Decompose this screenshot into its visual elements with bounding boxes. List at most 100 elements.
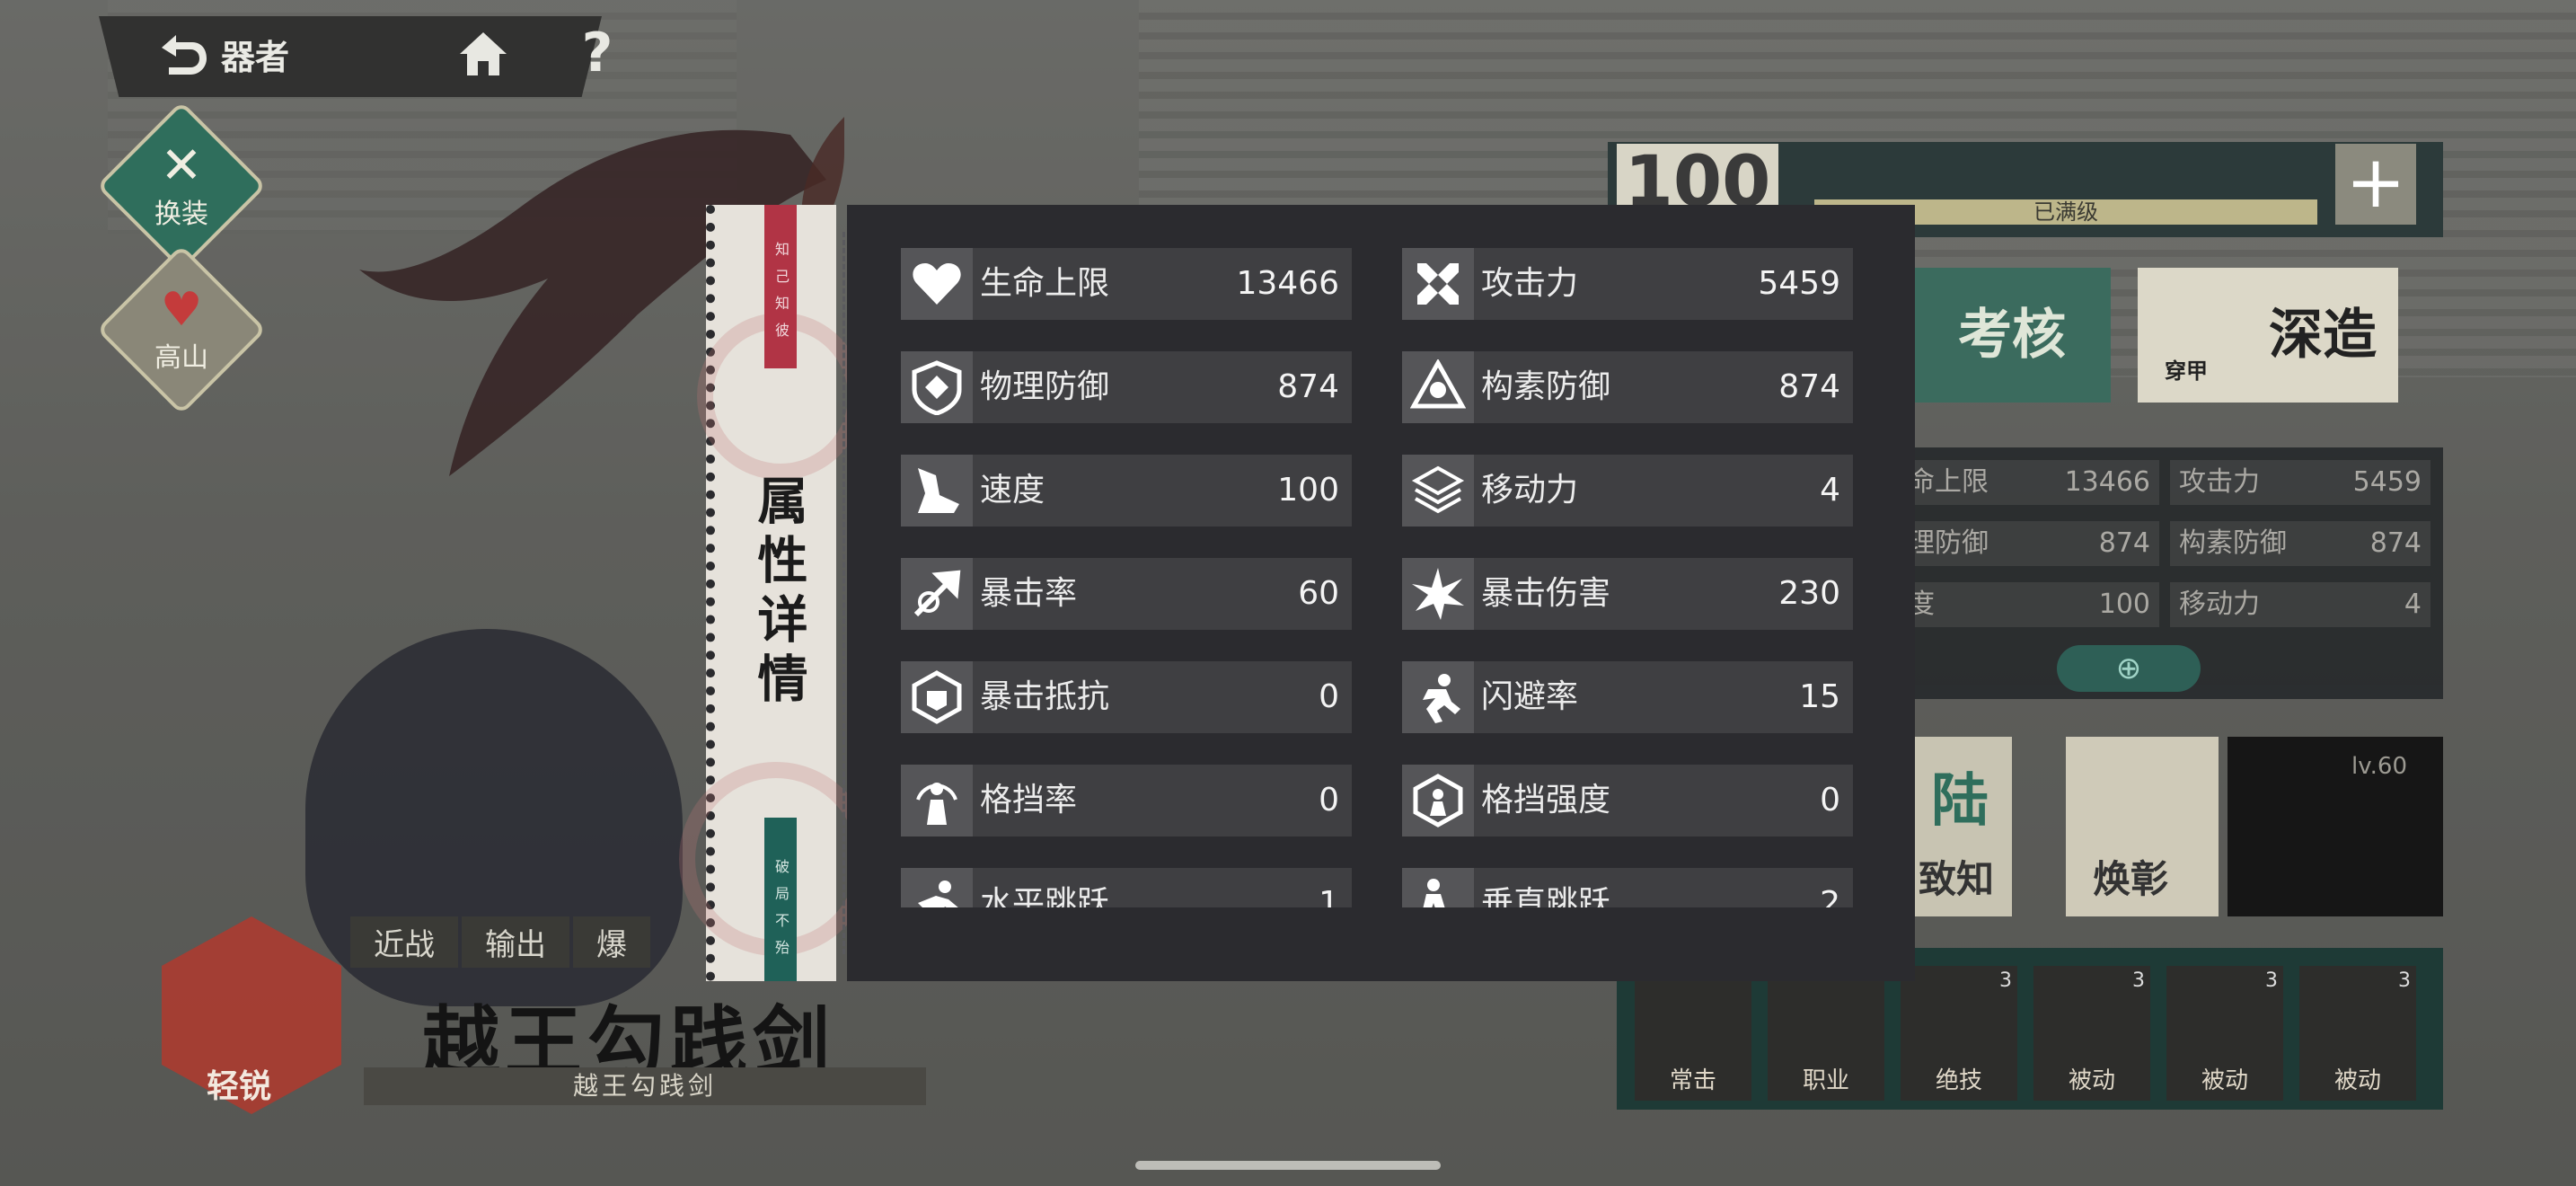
zhizhi-glyph: 陆 xyxy=(1931,768,1989,835)
crit-burst-icon xyxy=(1402,558,1474,630)
help-button[interactable]: ? xyxy=(575,22,620,84)
stat-row: 生命上限 13466 xyxy=(901,248,1352,320)
outfit-button-label: 换装 xyxy=(154,199,208,230)
crit-resist-icon xyxy=(901,661,973,733)
move-cube-icon xyxy=(1402,455,1474,527)
stat-value: 0 xyxy=(1319,678,1339,715)
heartbeat-icon: ♥ xyxy=(160,283,203,337)
heart-icon xyxy=(901,248,973,320)
stat-label: 暴击率 xyxy=(980,575,1078,612)
stat-value: 874 xyxy=(1277,368,1339,405)
skill-name: 被动 xyxy=(2201,1067,2248,1094)
skill-name: 常击 xyxy=(1669,1067,1716,1094)
mini-stat-value: 5459 xyxy=(2352,466,2422,498)
skill-slot[interactable]: 3 被动 xyxy=(2299,966,2416,1101)
zoom-button[interactable]: ⊕ xyxy=(2057,645,2201,692)
mini-stat: 移动力 4 xyxy=(2170,582,2430,627)
skill-slot[interactable]: 3 被动 xyxy=(2033,966,2150,1101)
stat-value: 13466 xyxy=(1236,265,1339,302)
stat-row: 暴击率 60 xyxy=(901,558,1352,630)
mini-stat: 命上限 13466 xyxy=(1899,460,2159,505)
stat-list[interactable]: 生命上限 13466 攻击力 5459 物理防御 874 构素防御 874 速度 xyxy=(901,248,1871,907)
skill-count: 3 xyxy=(2132,969,2145,992)
stat-row: 水平跳跃 1 xyxy=(901,868,1352,907)
mini-stat: 攻击力 5459 xyxy=(2170,460,2430,505)
mini-stat: 构素防御 874 xyxy=(2170,521,2430,566)
mini-stat-value: 100 xyxy=(2098,589,2150,620)
deep-forge-button[interactable]: 穿甲 深造 xyxy=(2138,268,2398,403)
top-motto: 知己知彼 xyxy=(764,205,797,368)
exam-button[interactable]: 考核 xyxy=(1913,268,2111,403)
huanzhang-card[interactable]: 焕彰 xyxy=(2066,737,2219,916)
perforation-divider xyxy=(842,232,845,954)
skill-count: 3 xyxy=(2265,969,2278,992)
stat-value: 5459 xyxy=(1758,265,1840,302)
skill-name: 被动 xyxy=(2333,1067,2381,1094)
skill-count: 3 xyxy=(1999,969,2012,992)
modal-title: 属性详情 xyxy=(749,474,808,712)
stat-label: 生命上限 xyxy=(980,265,1110,302)
zhizhi-card[interactable]: 陆 致知 xyxy=(1913,737,2012,916)
mini-stat: 理防御 874 xyxy=(1899,521,2159,566)
tag-melee: 近战 xyxy=(350,916,458,968)
stat-row: 构素防御 874 xyxy=(1402,351,1853,423)
equipped-weapon-card[interactable]: lv.60 xyxy=(2228,737,2443,916)
back-button[interactable]: 器者 xyxy=(153,27,289,81)
stat-value: 2 xyxy=(1820,885,1840,907)
stat-row: 移动力 4 xyxy=(1402,455,1853,527)
element-shield-icon xyxy=(1402,351,1474,423)
weapon-type-label: 轻锐 xyxy=(207,1067,272,1105)
skill-slot[interactable]: 3 被动 xyxy=(2166,966,2283,1101)
tag-burst: 爆 xyxy=(573,916,650,968)
stat-row: 闪避率 15 xyxy=(1402,661,1853,733)
stat-label: 格挡强度 xyxy=(1481,782,1611,819)
stat-value: 230 xyxy=(1778,575,1840,612)
mountain-button-label: 高山 xyxy=(154,342,208,374)
skill-slot[interactable]: 职业 xyxy=(1768,966,1884,1101)
skill-name: 绝技 xyxy=(1935,1067,1982,1094)
home-icon[interactable] xyxy=(456,27,510,81)
skill-count: 3 xyxy=(2398,969,2411,992)
stat-label: 攻击力 xyxy=(1481,265,1579,302)
mini-stat: 度 100 xyxy=(1899,582,2159,627)
stat-label: 暴击抵抗 xyxy=(980,678,1110,715)
mini-stat-label: 构素防御 xyxy=(2179,527,2287,559)
shield-icon xyxy=(901,351,973,423)
stat-value: 4 xyxy=(1820,472,1840,509)
stat-value: 60 xyxy=(1298,575,1339,612)
stat-label: 暴击伤害 xyxy=(1481,575,1611,612)
bottom-motto: 破局不殆 xyxy=(764,818,797,981)
stat-value: 15 xyxy=(1799,678,1840,715)
stat-value: 100 xyxy=(1277,472,1339,509)
horizontal-jump-icon xyxy=(901,868,973,907)
stat-label: 速度 xyxy=(980,472,1045,509)
stat-value: 1 xyxy=(1319,885,1339,907)
crossed-swords-icon xyxy=(1402,248,1474,320)
skill-slot[interactable]: 常击 xyxy=(1635,966,1751,1101)
home-indicator[interactable] xyxy=(1135,1161,1441,1170)
mini-stat-value: 4 xyxy=(2404,589,2422,620)
block-icon xyxy=(901,765,973,836)
boot-icon xyxy=(901,455,973,527)
stat-value: 0 xyxy=(1820,782,1840,819)
vertical-jump-icon xyxy=(1402,868,1474,907)
mini-stat-value: 13466 xyxy=(2064,466,2150,498)
add-button[interactable]: + xyxy=(2335,144,2416,225)
magnifier-icon: ⊕ xyxy=(2115,651,2142,686)
back-button-label: 器者 xyxy=(221,36,290,77)
stat-row: 格挡率 0 xyxy=(901,765,1352,836)
stat-label: 物理防御 xyxy=(980,368,1110,405)
deep-forge-label: 深造 xyxy=(2269,304,2377,367)
stat-label: 移动力 xyxy=(1481,472,1579,509)
armor-pierce-badge: 穿甲 xyxy=(2165,358,2208,384)
mini-stat-label: 移动力 xyxy=(2179,589,2260,620)
block-strength-icon xyxy=(1402,765,1474,836)
stat-row: 物理防御 874 xyxy=(901,351,1352,423)
stat-row: 垂直跳跃 2 xyxy=(1402,868,1853,907)
stat-row: 速度 100 xyxy=(901,455,1352,527)
dodge-icon xyxy=(1402,661,1474,733)
tag-output: 输出 xyxy=(462,916,569,968)
swap-gear-icon: ✕ xyxy=(160,137,203,195)
skill-slot[interactable]: 3 绝技 xyxy=(1901,966,2017,1101)
back-arrow-icon xyxy=(162,35,207,75)
